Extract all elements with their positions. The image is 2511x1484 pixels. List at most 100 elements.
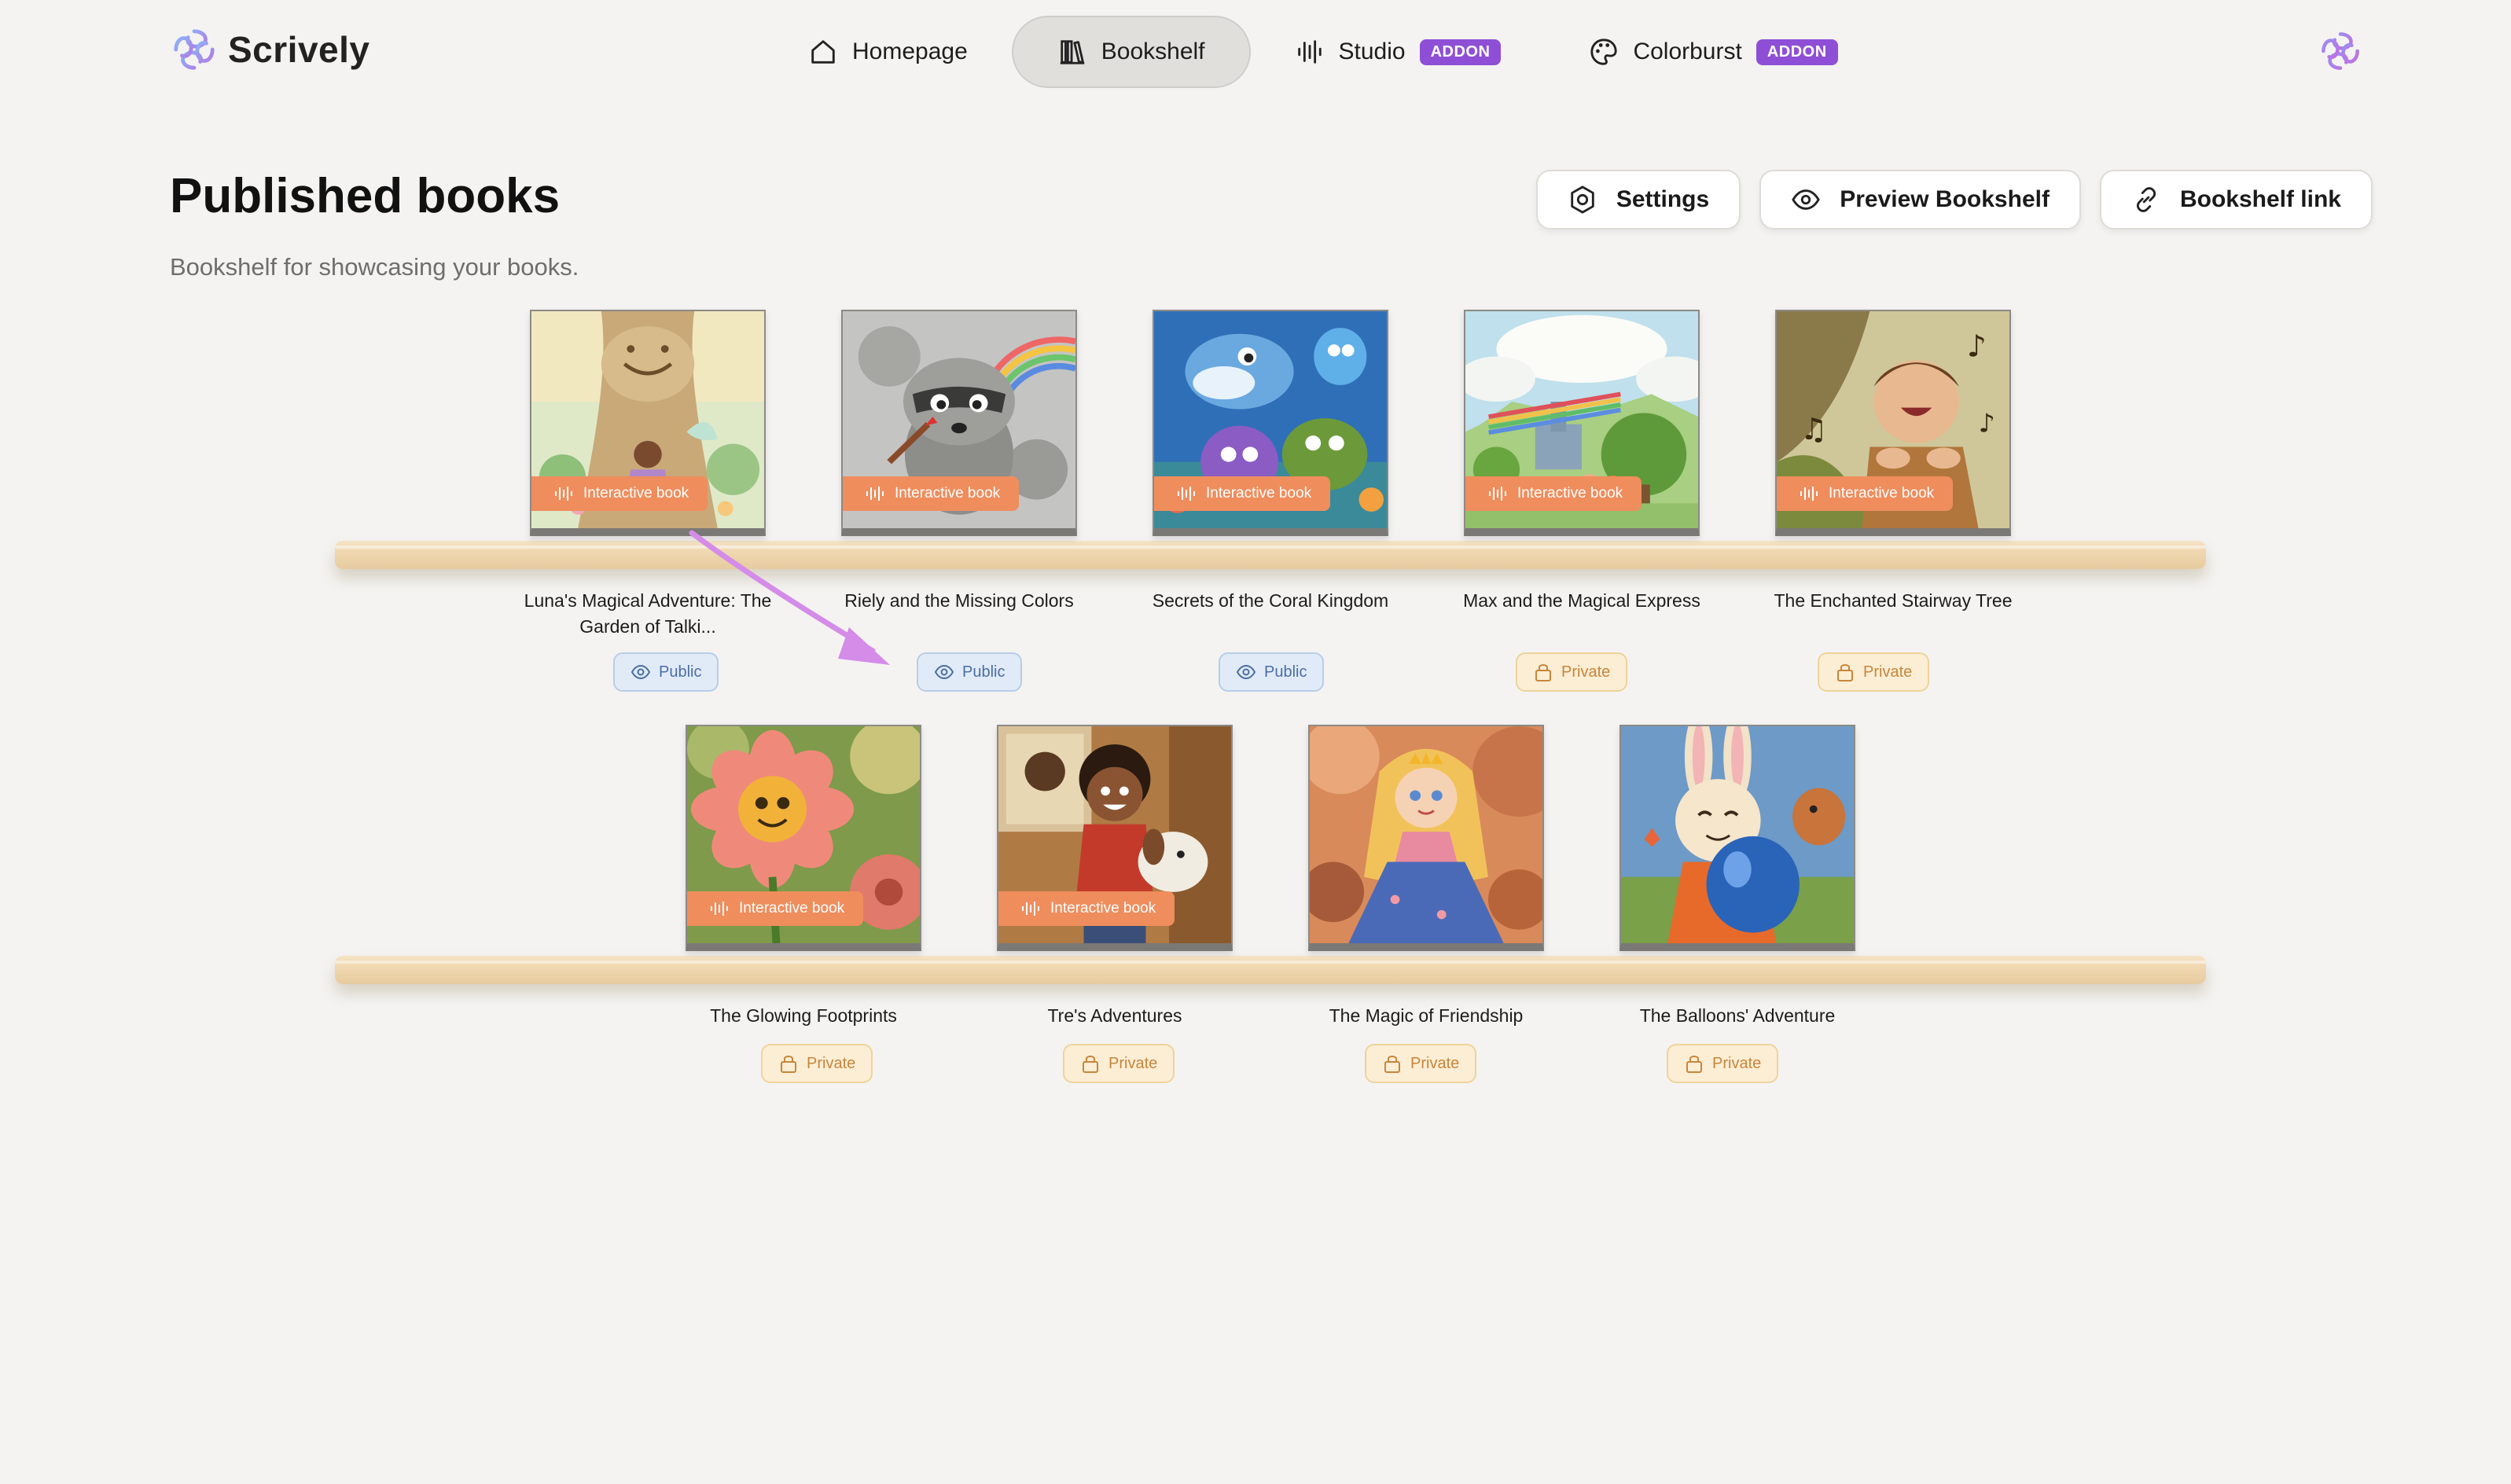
preview-bookshelf-button[interactable]: Preview Bookshelf <box>1759 170 2081 230</box>
lock-icon <box>1083 1056 1098 1073</box>
gear-icon <box>1571 186 1594 214</box>
book-cover[interactable]: Interactive book <box>686 725 921 951</box>
audio-wave-icon <box>1022 902 1039 916</box>
book-title[interactable]: Secrets of the Coral Kingdom <box>1121 588 1420 614</box>
audio-wave-icon <box>1297 40 1322 64</box>
book-cover[interactable]: Interactive book <box>841 310 1077 536</box>
nav-studio-label: Studio <box>1338 39 1406 64</box>
nav-studio[interactable]: Studio ADDON <box>1251 16 1546 88</box>
book-cover[interactable]: Interactive book <box>997 725 1233 951</box>
book-title[interactable]: The Magic of Friendship <box>1277 1003 1575 1029</box>
interactive-book-label: Interactive book <box>895 485 1001 501</box>
nav-homepage-label: Homepage <box>852 39 968 64</box>
lock-icon <box>781 1056 796 1073</box>
book-cover[interactable]: Interactive book <box>1464 310 1700 536</box>
interactive-book-badge: Interactive book <box>843 476 1020 511</box>
book-card[interactable]: Interactive book Secrets of the Coral Ki… <box>1153 310 1388 692</box>
bookshelf-link-button[interactable]: Bookshelf link <box>2099 170 2373 230</box>
lock-icon <box>1686 1056 1702 1073</box>
audio-wave-icon <box>555 487 572 501</box>
princess-cover-icon <box>1310 726 1542 943</box>
settings-label: Settings <box>1616 186 1710 212</box>
book-title[interactable]: The Glowing Footprints <box>654 1003 953 1029</box>
interactive-book-badge: Interactive book <box>531 476 708 511</box>
interactive-book-badge: Interactive book <box>1465 476 1642 511</box>
scrively-logo-icon <box>174 29 215 70</box>
book-card[interactable]: The Balloons' Adventure Private <box>1619 725 1855 1083</box>
status-label: Private <box>1561 663 1611 681</box>
user-avatar-icon[interactable] <box>2319 30 2362 72</box>
page-actions: Settings Preview Bookshelf Bookshelf lin… <box>1535 170 2373 230</box>
nav-homepage[interactable]: Homepage <box>764 16 1012 88</box>
status-label: Private <box>807 1054 856 1072</box>
book-cover[interactable] <box>1308 725 1544 951</box>
status-label: Private <box>1410 1054 1460 1072</box>
status-badge[interactable]: Public <box>917 652 1023 692</box>
status-badge[interactable]: Private <box>1063 1044 1175 1083</box>
eye-icon <box>934 664 954 680</box>
book-cover[interactable]: Interactive book <box>530 310 766 536</box>
book-cover[interactable]: Interactive book <box>1153 310 1388 536</box>
book-title[interactable]: The Enchanted Stairway Tree <box>1744 588 2042 614</box>
preview-bookshelf-label: Preview Bookshelf <box>1840 186 2050 212</box>
eye-icon <box>1236 664 1256 680</box>
status-badge[interactable]: Private <box>761 1044 873 1083</box>
pointer-arrow-icon <box>689 530 890 665</box>
book-cover[interactable]: ♪ ♫ ♪ Interactive book <box>1775 310 2011 536</box>
book-title[interactable]: The Balloons' Adventure <box>1588 1003 1887 1029</box>
status-badge[interactable]: Private <box>1667 1044 1779 1083</box>
book-card[interactable]: Interactive book Luna's Magical Adventur… <box>524 310 771 692</box>
status-label: Private <box>1108 1054 1158 1072</box>
book-card[interactable]: Interactive book Tre's Adventures Privat… <box>997 725 1233 1083</box>
lock-icon <box>1384 1056 1400 1073</box>
nav-bookshelf-label: Bookshelf <box>1101 39 1205 64</box>
interactive-book-badge: Interactive book <box>687 891 864 926</box>
status-badge[interactable]: Private <box>1365 1044 1477 1083</box>
interactive-book-badge: Interactive book <box>1777 476 1954 511</box>
book-title[interactable]: Tre's Adventures <box>965 1003 1264 1029</box>
status-badge[interactable]: Private <box>1516 652 1628 692</box>
main-nav: Homepage Bookshelf Studio ADDON Colorbur… <box>764 16 1882 88</box>
book-card[interactable]: Interactive book Riely and the Missing C… <box>841 310 1077 692</box>
nav-colorburst[interactable]: Colorburst ADDON <box>1545 16 1881 88</box>
interactive-book-label: Interactive book <box>1517 485 1623 501</box>
book-card[interactable]: ♪ ♫ ♪ Interactive book The Enchanted Sta… <box>1774 310 2013 692</box>
audio-wave-icon <box>1800 487 1818 501</box>
bunny-cover-icon <box>1621 726 1854 943</box>
bookshelf-link-label: Bookshelf link <box>2179 186 2341 212</box>
book-title[interactable]: Max and the Magical Express <box>1432 588 1731 614</box>
palette-icon <box>1590 39 1618 65</box>
status-label: Private <box>1712 1054 1762 1072</box>
audio-wave-icon <box>1178 487 1195 501</box>
page-title: Published books <box>170 169 561 223</box>
interactive-book-badge: Interactive book <box>998 891 1175 926</box>
nav-colorburst-label: Colorburst <box>1633 39 1742 64</box>
audio-wave-icon <box>711 902 728 916</box>
interactive-book-label: Interactive book <box>1829 485 1935 501</box>
top-header: Scrively Homepage Bookshelf Studio ADDON… <box>0 0 2511 102</box>
status-label: Public <box>962 663 1006 681</box>
nav-bookshelf[interactable]: Bookshelf <box>1011 16 1251 88</box>
interactive-book-badge: Interactive book <box>1154 476 1331 511</box>
status-label: Public <box>1264 663 1307 681</box>
app-name: Scrively <box>228 29 370 70</box>
book-card[interactable]: Interactive book The Glowing Footprints … <box>686 725 921 1083</box>
interactive-book-label: Interactive book <box>1050 900 1156 916</box>
home-icon <box>811 40 835 64</box>
addon-badge: ADDON <box>1419 39 1502 65</box>
lock-icon <box>1535 664 1551 681</box>
status-badge[interactable]: Public <box>1219 652 1325 692</box>
app-logo[interactable]: Scrively <box>171 27 369 72</box>
interactive-book-label: Interactive book <box>583 485 689 501</box>
shelf-top <box>335 541 2206 569</box>
eye-icon <box>1792 189 1820 210</box>
book-card[interactable]: Interactive book Max and the Magical Exp… <box>1463 310 1700 692</box>
books-icon <box>1060 40 1084 64</box>
settings-button[interactable]: Settings <box>1535 170 1741 230</box>
book-card[interactable]: The Magic of Friendship Private <box>1308 725 1544 1083</box>
lock-icon <box>1837 664 1853 681</box>
svg-text:♪: ♪ <box>1967 329 1987 364</box>
status-badge[interactable]: Private <box>1818 652 1930 692</box>
interactive-book-label: Interactive book <box>739 900 845 916</box>
book-cover[interactable] <box>1619 725 1855 951</box>
